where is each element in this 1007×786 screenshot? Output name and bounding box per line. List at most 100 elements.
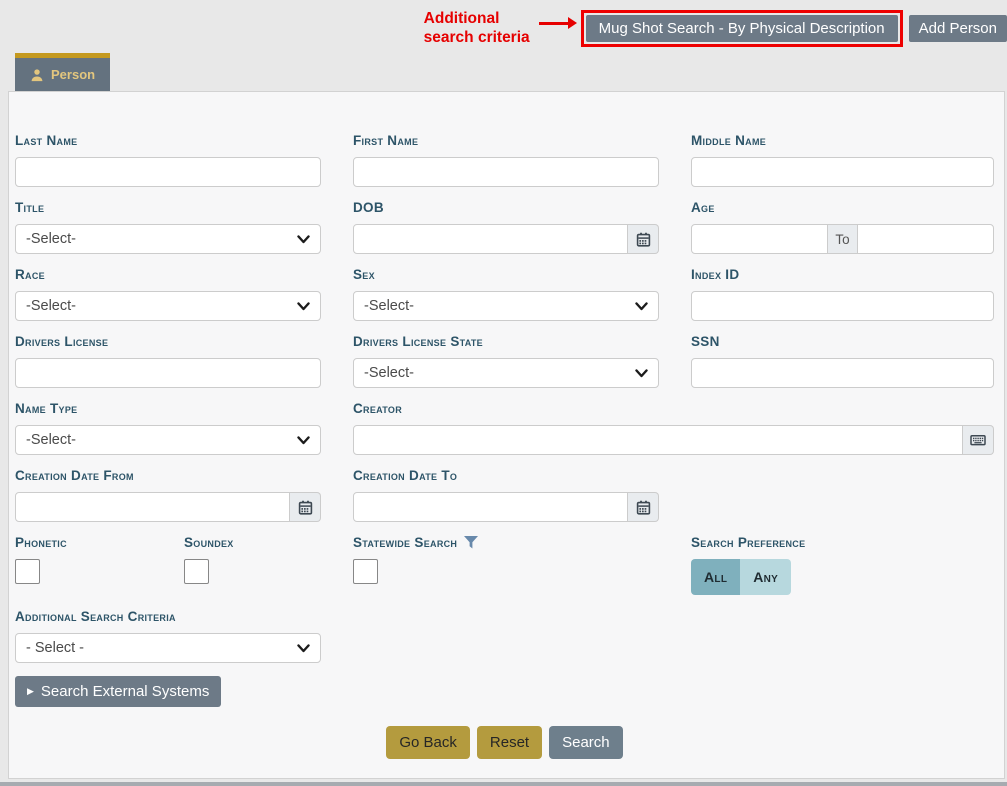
creation-date-to-input[interactable] bbox=[353, 492, 628, 522]
arrow-right-icon bbox=[539, 17, 577, 29]
dob-calendar-addon[interactable] bbox=[628, 224, 659, 254]
creator-input[interactable] bbox=[353, 425, 963, 455]
calendar-icon bbox=[636, 232, 651, 247]
chevron-down-icon bbox=[297, 644, 310, 653]
field-creator: Creator bbox=[353, 400, 994, 455]
bottom-divider-bar bbox=[0, 782, 1007, 786]
search-button[interactable]: Search bbox=[549, 726, 623, 759]
field-age: Age To bbox=[691, 199, 994, 254]
search-form-panel: Last Name First Name Middle Name Title -… bbox=[8, 91, 1005, 779]
field-drivers-license: Drivers License bbox=[15, 333, 321, 388]
annotation-highlight-box: Mug Shot Search - By Physical Descriptio… bbox=[581, 10, 903, 47]
field-search-preference: Search Preference All Any bbox=[691, 534, 994, 595]
dob-input[interactable] bbox=[353, 224, 628, 254]
chevron-down-icon bbox=[635, 369, 648, 378]
last-name-label: Last Name bbox=[15, 132, 321, 149]
ssn-label: SSN bbox=[691, 333, 994, 350]
preference-any-button[interactable]: Any bbox=[740, 559, 791, 595]
page-header: Additional search criteria Mug Shot Sear… bbox=[0, 0, 1007, 53]
drivers-license-input[interactable] bbox=[15, 358, 321, 388]
index-id-label: Index ID bbox=[691, 266, 994, 283]
creation-from-calendar-addon[interactable] bbox=[290, 492, 321, 522]
title-select[interactable]: -Select- bbox=[15, 224, 321, 254]
sex-select[interactable]: -Select- bbox=[353, 291, 659, 321]
calendar-icon bbox=[298, 500, 313, 515]
creator-keyboard-addon[interactable] bbox=[963, 425, 994, 455]
search-preference-toggle: All Any bbox=[691, 559, 791, 595]
field-title: Title -Select- bbox=[15, 199, 321, 254]
field-sex: Sex -Select- bbox=[353, 266, 659, 321]
soundex-checkbox[interactable] bbox=[184, 559, 209, 584]
field-middle-name: Middle Name bbox=[691, 132, 994, 187]
title-label: Title bbox=[15, 199, 321, 216]
field-drivers-license-state: Drivers License State -Select- bbox=[353, 333, 659, 388]
additional-search-criteria-label: Additional Search Criteria bbox=[15, 608, 321, 625]
field-last-name: Last Name bbox=[15, 132, 321, 187]
phonetic-label: Phonetic bbox=[15, 534, 184, 551]
creation-date-from-input[interactable] bbox=[15, 492, 290, 522]
phonetic-checkbox[interactable] bbox=[15, 559, 40, 584]
name-type-select[interactable]: -Select- bbox=[15, 425, 321, 455]
creator-label: Creator bbox=[353, 400, 994, 417]
dob-label: DOB bbox=[353, 199, 659, 216]
field-dob: DOB bbox=[353, 199, 659, 254]
age-to-separator: To bbox=[827, 224, 858, 254]
middle-name-input[interactable] bbox=[691, 157, 994, 187]
creation-to-calendar-addon[interactable] bbox=[628, 492, 659, 522]
first-name-label: First Name bbox=[353, 132, 659, 149]
middle-name-label: Middle Name bbox=[691, 132, 994, 149]
preference-all-button[interactable]: All bbox=[691, 559, 740, 595]
field-additional-search-criteria: Additional Search Criteria - Select - bbox=[15, 608, 321, 663]
creation-date-from-label: Creation Date From bbox=[15, 467, 321, 484]
tab-person[interactable]: Person bbox=[15, 53, 110, 91]
chevron-down-icon bbox=[297, 235, 310, 244]
field-phonetic: Phonetic bbox=[15, 534, 184, 595]
field-ssn: SSN bbox=[691, 333, 994, 388]
ssn-input[interactable] bbox=[691, 358, 994, 388]
drivers-license-state-select[interactable]: -Select- bbox=[353, 358, 659, 388]
age-to-input[interactable] bbox=[857, 224, 994, 254]
sex-label: Sex bbox=[353, 266, 659, 283]
tab-bar: Person bbox=[15, 53, 1007, 91]
field-creation-date-from: Creation Date From bbox=[15, 467, 321, 522]
field-statewide-search: Statewide Search bbox=[353, 534, 659, 595]
form-actions: Go Back Reset Search bbox=[15, 726, 994, 759]
age-from-input[interactable] bbox=[691, 224, 828, 254]
chevron-down-icon bbox=[297, 436, 310, 445]
soundex-label: Soundex bbox=[184, 534, 321, 551]
filter-icon[interactable] bbox=[464, 536, 478, 549]
last-name-input[interactable] bbox=[15, 157, 321, 187]
chevron-down-icon bbox=[635, 302, 648, 311]
calendar-icon bbox=[636, 500, 651, 515]
creation-date-to-label: Creation Date To bbox=[353, 467, 659, 484]
reset-button[interactable]: Reset bbox=[477, 726, 542, 759]
field-first-name: First Name bbox=[353, 132, 659, 187]
field-name-type: Name Type -Select- bbox=[15, 400, 321, 455]
go-back-button[interactable]: Go Back bbox=[386, 726, 470, 759]
index-id-input[interactable] bbox=[691, 291, 994, 321]
chevron-down-icon bbox=[297, 302, 310, 311]
first-name-input[interactable] bbox=[353, 157, 659, 187]
drivers-license-state-label: Drivers License State bbox=[353, 333, 659, 350]
person-icon bbox=[30, 68, 44, 82]
statewide-search-checkbox[interactable] bbox=[353, 559, 378, 584]
search-external-systems-button[interactable]: ▶ Search External Systems bbox=[15, 676, 221, 707]
tab-person-label: Person bbox=[51, 67, 95, 82]
caret-right-icon: ▶ bbox=[27, 687, 34, 696]
race-select[interactable]: -Select- bbox=[15, 291, 321, 321]
field-creation-date-to: Creation Date To bbox=[353, 467, 659, 522]
keyboard-icon bbox=[970, 432, 986, 448]
statewide-search-label: Statewide Search bbox=[353, 534, 457, 551]
field-soundex: Soundex bbox=[184, 534, 321, 595]
mug-shot-search-button[interactable]: Mug Shot Search - By Physical Descriptio… bbox=[586, 15, 898, 42]
field-index-id: Index ID bbox=[691, 266, 994, 321]
race-label: Race bbox=[15, 266, 321, 283]
add-person-button[interactable]: Add Person bbox=[909, 15, 1007, 42]
search-preference-label: Search Preference bbox=[691, 534, 994, 551]
additional-search-criteria-select[interactable]: - Select - bbox=[15, 633, 321, 663]
annotation-text: Additional search criteria bbox=[424, 10, 530, 47]
age-label: Age bbox=[691, 199, 994, 216]
drivers-license-label: Drivers License bbox=[15, 333, 321, 350]
field-race: Race -Select- bbox=[15, 266, 321, 321]
phonetic-soundex-group: Phonetic Soundex bbox=[15, 534, 321, 595]
